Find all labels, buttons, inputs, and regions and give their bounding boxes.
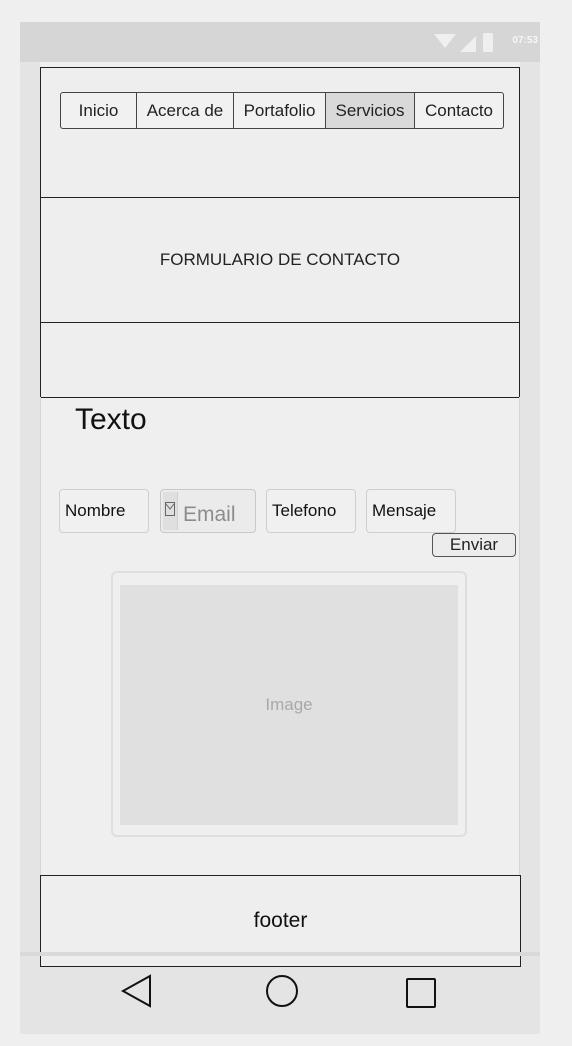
system-nav-divider xyxy=(20,952,540,956)
battery-icon xyxy=(483,33,493,52)
app-screen: Inicio Acerca de Portafolio Servicios Co… xyxy=(40,62,521,967)
nav-item-servicios[interactable]: Servicios xyxy=(325,93,414,128)
content-heading: Texto xyxy=(75,403,147,436)
name-field[interactable]: Nombre xyxy=(59,489,149,533)
email-placeholder: Email xyxy=(183,503,236,526)
email-field[interactable]: Email xyxy=(160,489,256,533)
nav-item-portafolio[interactable]: Portafolio xyxy=(233,93,325,128)
image-placeholder: Image xyxy=(111,571,467,837)
recents-icon[interactable] xyxy=(405,977,437,1009)
phone-field[interactable]: Telefono xyxy=(266,489,356,533)
image-area: Image xyxy=(120,585,458,825)
image-label: Image xyxy=(265,695,313,714)
nav-item-contacto[interactable]: Contacto xyxy=(414,93,503,128)
blank-section xyxy=(40,322,520,398)
nav-item-inicio[interactable]: Inicio xyxy=(61,93,136,128)
status-bar: 07:53 xyxy=(20,22,540,62)
device-frame: 07:53 Inicio Acerca de Portafolio Servic… xyxy=(20,22,540,1034)
home-icon[interactable] xyxy=(265,974,299,1008)
page-title-section: FORMULARIO DE CONTACTO xyxy=(40,197,520,323)
phone-field-label: Telefono xyxy=(272,501,337,520)
status-icons xyxy=(434,33,493,52)
message-field[interactable]: Mensaje xyxy=(366,489,456,533)
page-title: FORMULARIO DE CONTACTO xyxy=(159,250,401,269)
name-field-label: Nombre xyxy=(65,501,126,520)
message-field-label: Mensaje xyxy=(372,501,437,520)
wifi-icon xyxy=(434,34,456,48)
header-nav-section: Inicio Acerca de Portafolio Servicios Co… xyxy=(40,67,520,198)
nav-tabs: Inicio Acerca de Portafolio Servicios Co… xyxy=(60,92,504,129)
status-time: 07:53 xyxy=(512,35,538,46)
email-icon xyxy=(163,492,178,530)
nav-item-acerca-de[interactable]: Acerca de xyxy=(136,93,233,128)
signal-icon xyxy=(460,36,476,52)
send-button[interactable]: Enviar xyxy=(432,533,516,557)
back-icon[interactable] xyxy=(120,974,154,1008)
footer-text: footer xyxy=(253,909,308,932)
